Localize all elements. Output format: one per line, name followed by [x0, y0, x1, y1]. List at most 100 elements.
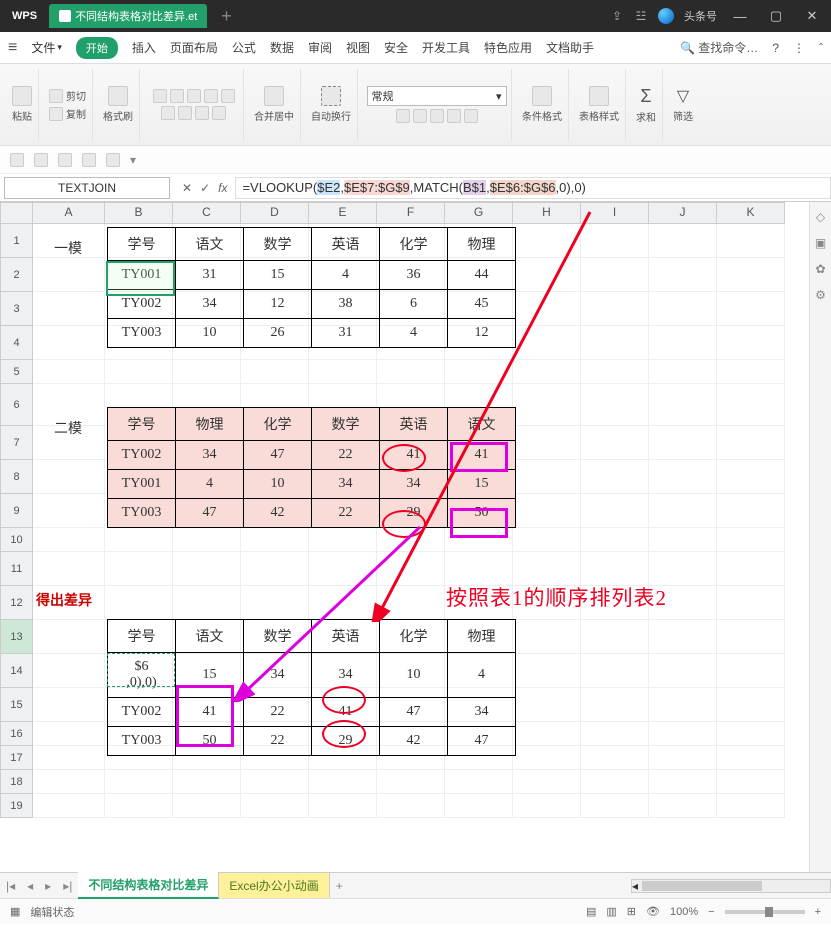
fx-icon[interactable]: fx: [218, 181, 227, 195]
cell[interactable]: [649, 494, 717, 528]
cell[interactable]: [649, 326, 717, 360]
cell[interactable]: [581, 292, 649, 326]
maximize-button[interactable]: ▢: [763, 8, 789, 24]
cond-format-button[interactable]: 条件格式: [522, 86, 562, 123]
cell[interactable]: [717, 528, 785, 552]
cell[interactable]: [513, 746, 581, 770]
cell[interactable]: [33, 654, 105, 688]
cell[interactable]: [513, 494, 581, 528]
cell[interactable]: [445, 586, 513, 620]
cell[interactable]: [105, 360, 173, 384]
name-box[interactable]: TEXTJOIN: [4, 177, 170, 199]
qa-redo-icon[interactable]: [106, 153, 120, 167]
sheet-tab-active[interactable]: 不同结构表格对比差异: [78, 872, 219, 899]
cell[interactable]: [649, 654, 717, 688]
cell[interactable]: [445, 770, 513, 794]
grid-icon[interactable]: ▦: [10, 905, 20, 918]
row-header[interactable]: 10: [0, 528, 33, 552]
avatar[interactable]: [658, 8, 674, 24]
cell[interactable]: [173, 528, 241, 552]
tab-devtools[interactable]: 开发工具: [422, 39, 470, 56]
file-menu[interactable]: 文件▾: [31, 39, 62, 56]
tab-insert[interactable]: 插入: [132, 39, 156, 56]
cell[interactable]: [445, 528, 513, 552]
cell[interactable]: [513, 552, 581, 586]
view-normal-icon[interactable]: ▤: [586, 905, 596, 918]
cell[interactable]: [105, 586, 173, 620]
tab-formula[interactable]: 公式: [232, 39, 256, 56]
sidepanel-item[interactable]: ✿: [815, 262, 825, 276]
cell[interactable]: [649, 384, 717, 426]
qa-print-icon[interactable]: [34, 153, 48, 167]
cell[interactable]: [377, 528, 445, 552]
tab-pagelayout[interactable]: 页面布局: [170, 39, 218, 56]
cell[interactable]: [173, 552, 241, 586]
cell[interactable]: [717, 292, 785, 326]
cell[interactable]: [33, 746, 105, 770]
cell[interactable]: [581, 528, 649, 552]
cell[interactable]: [173, 794, 241, 818]
dec-dec-icon[interactable]: [464, 109, 478, 123]
cell[interactable]: [513, 224, 581, 258]
cell[interactable]: [513, 770, 581, 794]
cell[interactable]: [581, 224, 649, 258]
new-sheet-button[interactable]: +: [330, 879, 349, 893]
cell[interactable]: [309, 528, 377, 552]
cell[interactable]: [513, 326, 581, 360]
row-header[interactable]: 3: [0, 292, 33, 326]
currency-icon[interactable]: [396, 109, 410, 123]
cell[interactable]: [513, 292, 581, 326]
cell[interactable]: [717, 722, 785, 746]
formula-input[interactable]: =VLOOKUP($E2,$E$7:$G$9,MATCH(B$1,$E$6:$G…: [235, 177, 831, 199]
cell[interactable]: [649, 224, 717, 258]
cell[interactable]: [513, 258, 581, 292]
cell[interactable]: [241, 360, 309, 384]
align-center-icon[interactable]: [170, 89, 184, 103]
table-style-button[interactable]: 表格样式: [579, 86, 619, 123]
cell[interactable]: [241, 586, 309, 620]
cell[interactable]: [717, 620, 785, 654]
cell[interactable]: [513, 794, 581, 818]
row-header[interactable]: 5: [0, 360, 33, 384]
gift-icon[interactable]: ☳: [634, 9, 648, 23]
align-right-icon[interactable]: [187, 89, 201, 103]
cell[interactable]: [513, 654, 581, 688]
dec-inc-icon[interactable]: [447, 109, 461, 123]
cell[interactable]: [717, 384, 785, 426]
row-header[interactable]: 12: [0, 586, 33, 620]
col-header[interactable]: C: [173, 202, 241, 224]
sheet-nav-next[interactable]: ▸: [39, 879, 57, 893]
cell[interactable]: [649, 258, 717, 292]
cell[interactable]: [513, 384, 581, 426]
row-header[interactable]: 17: [0, 746, 33, 770]
sidepanel-item[interactable]: ◇: [816, 210, 825, 224]
cell[interactable]: [513, 426, 581, 460]
cell[interactable]: [513, 688, 581, 722]
cell[interactable]: [717, 794, 785, 818]
align-left-icon[interactable]: [153, 89, 167, 103]
cell[interactable]: [649, 746, 717, 770]
col-header[interactable]: K: [717, 202, 785, 224]
row-header[interactable]: 2: [0, 258, 33, 292]
cell[interactable]: [33, 722, 105, 746]
cell[interactable]: [649, 620, 717, 654]
cell[interactable]: [581, 688, 649, 722]
cell[interactable]: [377, 586, 445, 620]
cell[interactable]: [581, 620, 649, 654]
cut-button[interactable]: 剪切: [49, 88, 86, 103]
cell[interactable]: [377, 360, 445, 384]
zoom-slider[interactable]: [725, 910, 805, 914]
tab-features[interactable]: 特色应用: [484, 39, 532, 56]
minimize-button[interactable]: —: [727, 9, 753, 24]
row-header[interactable]: 6: [0, 384, 33, 426]
cell[interactable]: [581, 384, 649, 426]
row-header[interactable]: 19: [0, 794, 33, 818]
cell[interactable]: [513, 360, 581, 384]
cell[interactable]: [513, 722, 581, 746]
paste-button[interactable]: 粘贴: [12, 86, 32, 123]
cell[interactable]: [377, 770, 445, 794]
cell[interactable]: [377, 794, 445, 818]
cell[interactable]: [241, 552, 309, 586]
tab-view[interactable]: 视图: [346, 39, 370, 56]
cell[interactable]: [649, 360, 717, 384]
